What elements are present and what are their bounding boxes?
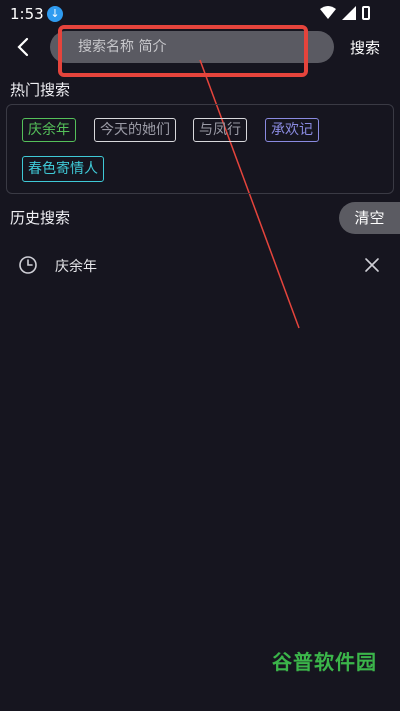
history-item-label: 庆余年: [55, 259, 97, 275]
close-icon[interactable]: [364, 257, 380, 273]
hot-search-title: 热门搜索: [10, 81, 71, 99]
hot-tag[interactable]: 今天的她们: [94, 118, 176, 142]
history-item[interactable]: 庆余年: [0, 250, 400, 280]
hot-tag[interactable]: 与凤行: [193, 118, 247, 142]
history-title: 历史搜索: [10, 209, 71, 227]
clear-history-button[interactable]: 清空: [339, 202, 400, 234]
hot-tag[interactable]: 承欢记: [265, 118, 319, 142]
hot-tag[interactable]: 春色寄情人: [22, 156, 104, 182]
clock-icon: [19, 256, 37, 274]
watermark-logo: 谷普软件园: [272, 650, 377, 674]
hot-tag[interactable]: 庆余年: [22, 118, 76, 142]
